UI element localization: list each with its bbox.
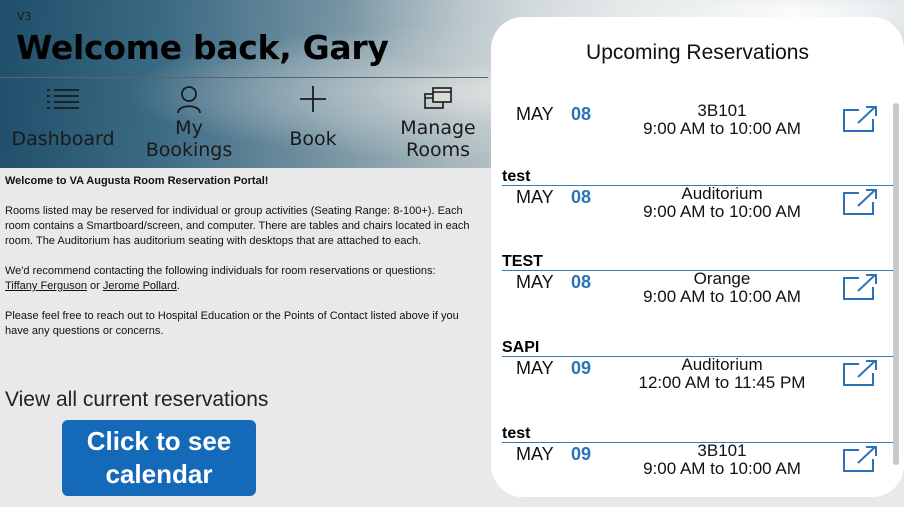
calendar-button-label: Click to see calendar xyxy=(86,426,232,489)
upcoming-reservations-panel: Upcoming Reservations MAY 08 3B101 9:00 … xyxy=(491,17,904,497)
welcome-title: Welcome back, Gary xyxy=(16,28,389,67)
reservation-name: test xyxy=(502,168,531,185)
reservation-day: 08 xyxy=(571,104,592,124)
reservation-item: test MAY 08 Auditorium 9:00 AM to 10:00 … xyxy=(491,168,893,253)
open-external-icon[interactable] xyxy=(841,188,879,216)
reservation-item: SAPI MAY 09 Auditorium 12:00 AM to 11:45… xyxy=(491,339,893,424)
reservation-room: Auditorium xyxy=(681,184,763,203)
version-label: V3 xyxy=(17,10,32,23)
reservation-room: 3B101 xyxy=(697,101,747,120)
reservation-day: 09 xyxy=(571,444,592,464)
reservation-day: 08 xyxy=(571,187,592,207)
reservation-month: MAY xyxy=(516,444,554,464)
nav-dashboard[interactable]: Dashboard xyxy=(8,84,118,150)
open-external-icon[interactable] xyxy=(841,273,879,301)
reservation-day: 08 xyxy=(571,272,592,292)
reservation-name: TEST xyxy=(502,253,543,270)
intro-paragraph-2: We'd recommend contacting the following … xyxy=(5,264,483,294)
manage-rooms-icon xyxy=(424,87,452,109)
nav-my-bookings-label: My Bookings xyxy=(145,117,233,161)
person-icon xyxy=(177,86,201,114)
reservation-name: test xyxy=(502,425,531,442)
reservation-room: Auditorium xyxy=(681,355,763,374)
header-divider xyxy=(0,77,488,78)
reservation-time: 9:00 AM to 10:00 AM xyxy=(643,119,801,138)
reservation-item: TEST MAY 08 Orange 9:00 AM to 10:00 AM xyxy=(491,253,893,338)
reservation-month: MAY xyxy=(516,272,554,292)
contact-period: . xyxy=(176,280,180,292)
open-external-icon[interactable] xyxy=(841,105,879,133)
reservation-month: MAY xyxy=(516,187,554,207)
reservation-month: MAY xyxy=(516,358,554,378)
reservation-room: 3B101 xyxy=(697,441,747,460)
open-external-icon[interactable] xyxy=(841,445,879,473)
contact-prefix: We'd recommend contacting the following … xyxy=(5,265,436,277)
reservation-list-scrollbar[interactable] xyxy=(893,103,899,465)
reservation-item: MAY 08 3B101 9:00 AM to 10:00 AM xyxy=(491,85,893,170)
reservation-time: 9:00 AM to 10:00 AM xyxy=(643,287,801,306)
reservation-time: 9:00 AM to 10:00 AM xyxy=(643,459,801,478)
intro-paragraph-1: Rooms listed may be reserved for individ… xyxy=(5,205,470,247)
plus-icon xyxy=(300,86,326,112)
nav-manage-rooms-label: Manage Rooms xyxy=(400,117,476,161)
nav-book[interactable]: Book xyxy=(258,84,368,150)
view-all-reservations-label: View all current reservations xyxy=(5,388,269,411)
list-icon xyxy=(47,89,79,109)
contact-link-jerome[interactable]: Jerome Pollard xyxy=(103,280,177,292)
open-external-icon[interactable] xyxy=(841,359,879,387)
contact-or: or xyxy=(90,280,100,292)
nav-manage-rooms[interactable]: Manage Rooms xyxy=(383,84,493,161)
reservation-time: 9:00 AM to 10:00 AM xyxy=(643,202,801,221)
nav-bar: Dashboard My Bookings Book Manage Rooms xyxy=(0,84,490,168)
nav-book-label: Book xyxy=(289,128,337,150)
panel-title: Upcoming Reservations xyxy=(586,41,809,64)
contact-link-tiffany[interactable]: Tiffany Ferguson xyxy=(5,280,87,292)
reservation-item: test MAY 09 3B101 9:00 AM to 10:00 AM xyxy=(491,425,893,497)
calendar-button[interactable]: Click to see calendar xyxy=(62,420,256,496)
reservation-list: MAY 08 3B101 9:00 AM to 10:00 AM test MA… xyxy=(491,85,893,497)
reservation-day: 09 xyxy=(571,358,592,378)
intro-text: Welcome to VA Augusta Room Reservation P… xyxy=(5,174,483,354)
reservation-month: MAY xyxy=(516,104,554,124)
nav-dashboard-label: Dashboard xyxy=(11,128,115,150)
nav-my-bookings[interactable]: My Bookings xyxy=(134,84,244,161)
reservation-room: Orange xyxy=(693,269,751,288)
reservation-time: 12:00 AM to 11:45 PM xyxy=(638,373,806,392)
intro-heading: Welcome to VA Augusta Room Reservation P… xyxy=(5,175,269,187)
reservation-name: SAPI xyxy=(502,339,540,356)
info-section: Welcome to VA Augusta Room Reservation P… xyxy=(0,168,490,507)
intro-paragraph-3: Please feel free to reach out to Hospita… xyxy=(5,310,459,337)
